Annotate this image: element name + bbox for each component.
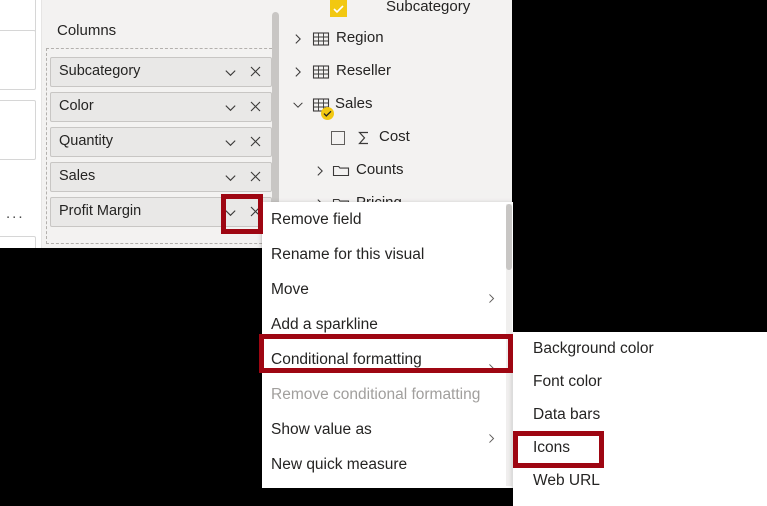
field-list-item-label: Cost bbox=[379, 128, 410, 145]
menu-item-label: Add a sparkline bbox=[271, 316, 378, 333]
table-selected-badge-icon bbox=[321, 107, 334, 120]
field-list-item-cost[interactable]: Cost bbox=[281, 121, 512, 155]
menu-item-remove-conditional-formatting: Remove conditional formatting bbox=[262, 377, 513, 412]
close-icon[interactable] bbox=[248, 99, 263, 114]
menu-item-label: Show value as bbox=[271, 421, 372, 438]
chevron-down-icon[interactable] bbox=[223, 135, 238, 150]
submenu-item-font-color[interactable]: Font color bbox=[513, 365, 767, 398]
chevron-down-icon[interactable] bbox=[223, 100, 238, 115]
submenu-item-web-url[interactable]: Web URL bbox=[513, 464, 767, 497]
field-pill-sales[interactable]: Sales bbox=[50, 162, 272, 192]
visual-card-partial-2[interactable] bbox=[0, 30, 36, 90]
field-list-item-counts[interactable]: Counts bbox=[281, 154, 512, 188]
menu-item-conditional-formatting[interactable]: Conditional formatting bbox=[262, 342, 513, 377]
menu-item-new-quick-measure[interactable]: New quick measure bbox=[262, 447, 513, 482]
close-icon[interactable] bbox=[248, 134, 263, 149]
table-icon bbox=[312, 63, 330, 81]
chevron-down-icon[interactable] bbox=[291, 98, 305, 112]
field-list-item-label: Sales bbox=[335, 95, 373, 112]
checkbox-unchecked-icon[interactable] bbox=[331, 131, 345, 145]
columns-well-title: Columns bbox=[57, 22, 117, 39]
menu-item-label: Move bbox=[271, 281, 309, 298]
field-list-item-label: Subcategory bbox=[386, 0, 471, 15]
submenu-item-data-bars[interactable]: Data bars bbox=[513, 398, 767, 431]
field-pill-label: Sales bbox=[59, 168, 96, 184]
conditional-formatting-submenu: Background color Font color Data bars Ic… bbox=[513, 332, 767, 506]
submenu-item-label: Data bars bbox=[533, 406, 601, 423]
submenu-item-label: Icons bbox=[533, 439, 571, 456]
field-list-item-label: Counts bbox=[356, 161, 404, 178]
menu-item-label: Conditional formatting bbox=[271, 351, 422, 368]
well-panel-scrollbar[interactable] bbox=[272, 12, 279, 232]
masked-region-bottom-left bbox=[0, 248, 262, 506]
more-options-ellipsis-icon[interactable]: ... bbox=[6, 206, 25, 221]
menu-item-move[interactable]: Move bbox=[262, 272, 513, 307]
close-icon[interactable] bbox=[248, 64, 263, 79]
field-pill-profit-margin[interactable]: Profit Margin bbox=[50, 197, 272, 227]
submenu-item-label: Font color bbox=[533, 373, 602, 390]
chevron-right-icon[interactable] bbox=[291, 32, 305, 46]
field-context-menu: Remove field Rename for this visual Move… bbox=[262, 202, 513, 488]
field-pill-quantity[interactable]: Quantity bbox=[50, 127, 272, 157]
close-icon[interactable] bbox=[248, 204, 263, 219]
folder-icon bbox=[332, 162, 350, 180]
table-icon bbox=[312, 30, 330, 48]
field-list-item-label: Reseller bbox=[336, 62, 392, 79]
checkbox-checked-icon[interactable] bbox=[330, 0, 347, 17]
chevron-right-icon[interactable] bbox=[291, 65, 305, 79]
field-pill-subcategory[interactable]: Subcategory bbox=[50, 57, 272, 87]
chevron-down-icon[interactable] bbox=[223, 65, 238, 80]
menu-item-label: Remove conditional formatting bbox=[271, 386, 481, 403]
field-list-item-label: Region bbox=[336, 29, 384, 46]
masked-region-bottom-center bbox=[262, 488, 513, 506]
field-pill-label: Profit Margin bbox=[59, 203, 142, 219]
chevron-down-icon[interactable] bbox=[223, 205, 238, 220]
field-list-item-reseller[interactable]: Reseller bbox=[281, 55, 512, 89]
visual-card-partial-3[interactable] bbox=[0, 100, 36, 160]
chevron-down-icon[interactable] bbox=[223, 170, 238, 185]
chevron-right-icon bbox=[485, 283, 498, 303]
sum-icon bbox=[355, 129, 373, 147]
field-pill-label: Quantity bbox=[59, 133, 113, 149]
field-list-item-region[interactable]: Region bbox=[281, 22, 512, 56]
masked-region-right bbox=[512, 0, 767, 332]
menu-item-rename-for-this-visual[interactable]: Rename for this visual bbox=[262, 237, 513, 272]
menu-item-remove-field[interactable]: Remove field bbox=[262, 202, 513, 237]
screenshot-root: ... Columns Subcategory Color Quantity S… bbox=[0, 0, 767, 506]
submenu-item-label: Web URL bbox=[533, 472, 600, 489]
chevron-right-icon[interactable] bbox=[313, 164, 327, 178]
menu-item-add-a-sparkline[interactable]: Add a sparkline bbox=[262, 307, 513, 342]
chevron-right-icon bbox=[485, 353, 498, 373]
menu-item-label: Remove field bbox=[271, 211, 362, 228]
submenu-item-background-color[interactable]: Background color bbox=[513, 332, 767, 365]
menu-item-label: Rename for this visual bbox=[271, 246, 425, 263]
submenu-item-label: Background color bbox=[533, 340, 654, 357]
menu-item-show-value-as[interactable]: Show value as bbox=[262, 412, 513, 447]
field-pill-label: Subcategory bbox=[59, 63, 141, 79]
submenu-item-icons[interactable]: Icons bbox=[513, 431, 767, 464]
field-pill-color[interactable]: Color bbox=[50, 92, 272, 122]
field-list-item-sales[interactable]: Sales bbox=[281, 88, 512, 122]
close-icon[interactable] bbox=[248, 169, 263, 184]
field-pill-label: Color bbox=[59, 98, 94, 114]
chevron-right-icon bbox=[485, 423, 498, 443]
menu-item-label: New quick measure bbox=[271, 456, 408, 473]
